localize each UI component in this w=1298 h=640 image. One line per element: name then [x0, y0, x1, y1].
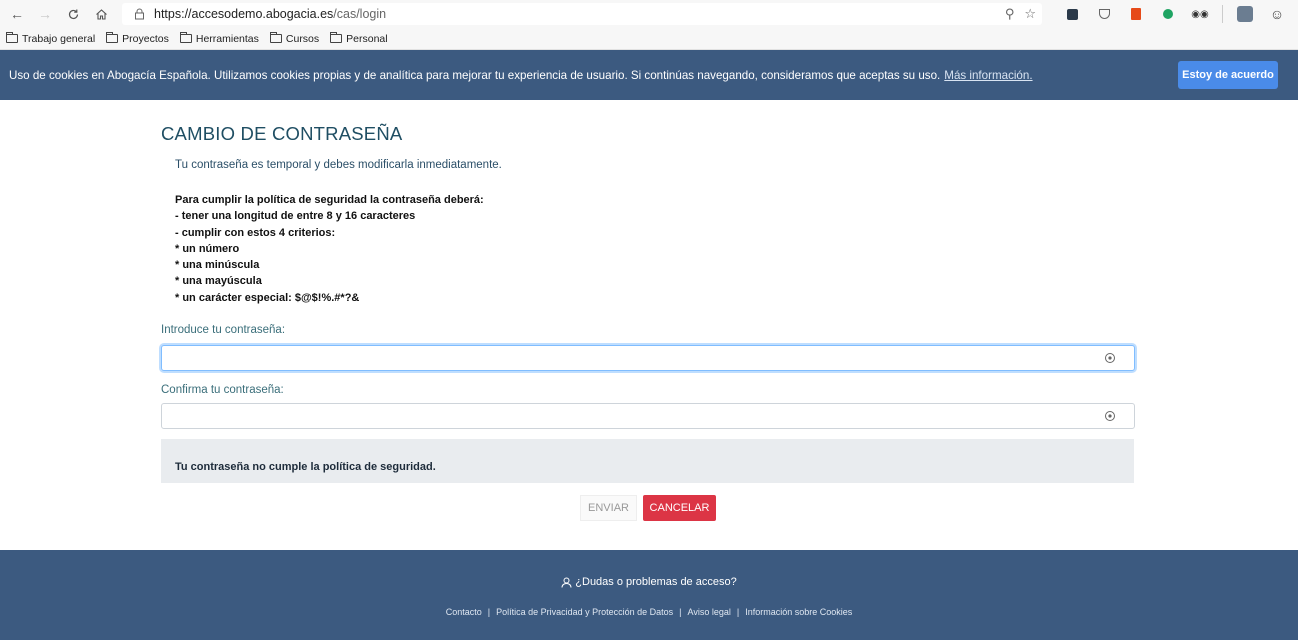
policy-line: * un número	[175, 242, 240, 255]
folder-icon	[106, 32, 119, 43]
cancel-button[interactable]: CANCELAR	[643, 495, 716, 521]
office-icon[interactable]	[1126, 4, 1146, 24]
bookmark-folder[interactable]: Trabajo general	[6, 32, 95, 45]
folder-icon	[269, 32, 282, 43]
address-bar[interactable]: https://accesodemo.abogacia.es/cas/login…	[122, 3, 1042, 25]
policy-line: Para cumplir la política de seguridad la…	[175, 194, 484, 206]
lock-icon	[132, 7, 146, 21]
policy-line: - tener una longitud de entre 8 y 16 car…	[175, 210, 416, 223]
bookmark-folder[interactable]: Cursos	[269, 32, 319, 45]
show-confirm-password-icon[interactable]	[1103, 409, 1117, 423]
footer: ¿Dudas o problemas de acceso? Contacto |…	[0, 550, 1298, 640]
cookie-banner: Uso de cookies en Abogacía Española. Uti…	[0, 50, 1298, 100]
bookmarks-bar: Trabajo general Proyectos Herramientas C…	[0, 28, 1298, 50]
privacy-policy-link[interactable]: Política de Privacidad y Protección de D…	[496, 607, 673, 617]
show-password-icon[interactable]	[1103, 351, 1117, 365]
key-icon[interactable]: ⚲	[1005, 6, 1015, 22]
forward-icon[interactable]: →	[34, 3, 56, 25]
mask-extension-icon[interactable]: ◉◉	[1190, 4, 1210, 24]
alert-text: Tu contraseña no cumple la política de s…	[175, 460, 436, 473]
policy-line: * una minúscula	[175, 259, 260, 272]
policy-line: * un carácter especial: $@$!%.#*?&	[175, 291, 360, 304]
back-icon[interactable]: ←	[6, 3, 28, 25]
link-separator: |	[487, 607, 491, 617]
help-text: ¿Dudas o problemas de acceso?	[575, 576, 737, 588]
password-field[interactable]	[161, 345, 1135, 371]
temporary-password-notice: Tu contraseña es temporal y debes modifi…	[175, 159, 502, 171]
favorite-star-icon[interactable]: ☆	[1024, 6, 1036, 22]
folder-icon	[179, 32, 192, 43]
policy-line: - cumplir con estos 4 criterios:	[175, 226, 336, 239]
page-title: CAMBIO DE CONTRASEÑA	[161, 123, 403, 144]
send-button[interactable]: ENVIAR	[580, 495, 637, 521]
legal-notice-link[interactable]: Aviso legal	[688, 607, 731, 617]
policy-error-alert: Tu contraseña no cumple la política de s…	[161, 450, 1134, 483]
url-text[interactable]: https://accesodemo.abogacia.es/cas/login	[154, 7, 386, 21]
footer-links: Contacto | Política de Privacidad y Prot…	[0, 607, 1298, 617]
accept-cookies-button[interactable]: Estoy de acuerdo	[1178, 61, 1278, 89]
bookmark-folder[interactable]: Herramientas	[179, 32, 259, 45]
link-separator: |	[736, 607, 740, 617]
smiley-feedback-icon[interactable]: ☺	[1267, 4, 1287, 24]
profile-avatar-icon[interactable]	[1235, 4, 1255, 24]
user-icon	[561, 577, 572, 588]
folder-icon	[330, 32, 343, 43]
contact-link[interactable]: Contacto	[446, 607, 482, 617]
cookie-text: Uso de cookies en Abogacía Española. Uti…	[9, 68, 941, 82]
toolbar-separator	[1222, 5, 1223, 23]
bookmark-folder[interactable]: Proyectos	[106, 32, 169, 45]
browser-toolbar: ← → https://accesodemo.abogacia.es/cas/l…	[0, 0, 1298, 28]
password-label: Introduce tu contraseña:	[161, 324, 286, 336]
home-icon[interactable]	[90, 3, 112, 25]
confirm-password-label: Confirma tu contraseña:	[161, 384, 284, 396]
pocket-icon[interactable]	[1094, 4, 1114, 24]
refresh-icon[interactable]	[62, 3, 84, 25]
extension-dark-icon[interactable]	[1062, 4, 1082, 24]
folder-icon	[6, 32, 18, 43]
cookies-info-link[interactable]: Información sobre Cookies	[745, 607, 852, 617]
policy-line: * una mayúscula	[175, 275, 262, 288]
confirm-password-field[interactable]	[161, 403, 1135, 429]
bookmark-folder[interactable]: Personal	[330, 32, 388, 45]
link-separator: |	[679, 607, 682, 617]
help-link[interactable]: ¿Dudas o problemas de acceso?	[0, 576, 1298, 588]
cookie-more-info-link[interactable]: Más información.	[944, 69, 1032, 82]
green-extension-icon[interactable]	[1158, 4, 1178, 24]
alert-divider	[161, 439, 1134, 450]
password-policy: Para cumplir la política de seguridad la…	[175, 192, 484, 306]
